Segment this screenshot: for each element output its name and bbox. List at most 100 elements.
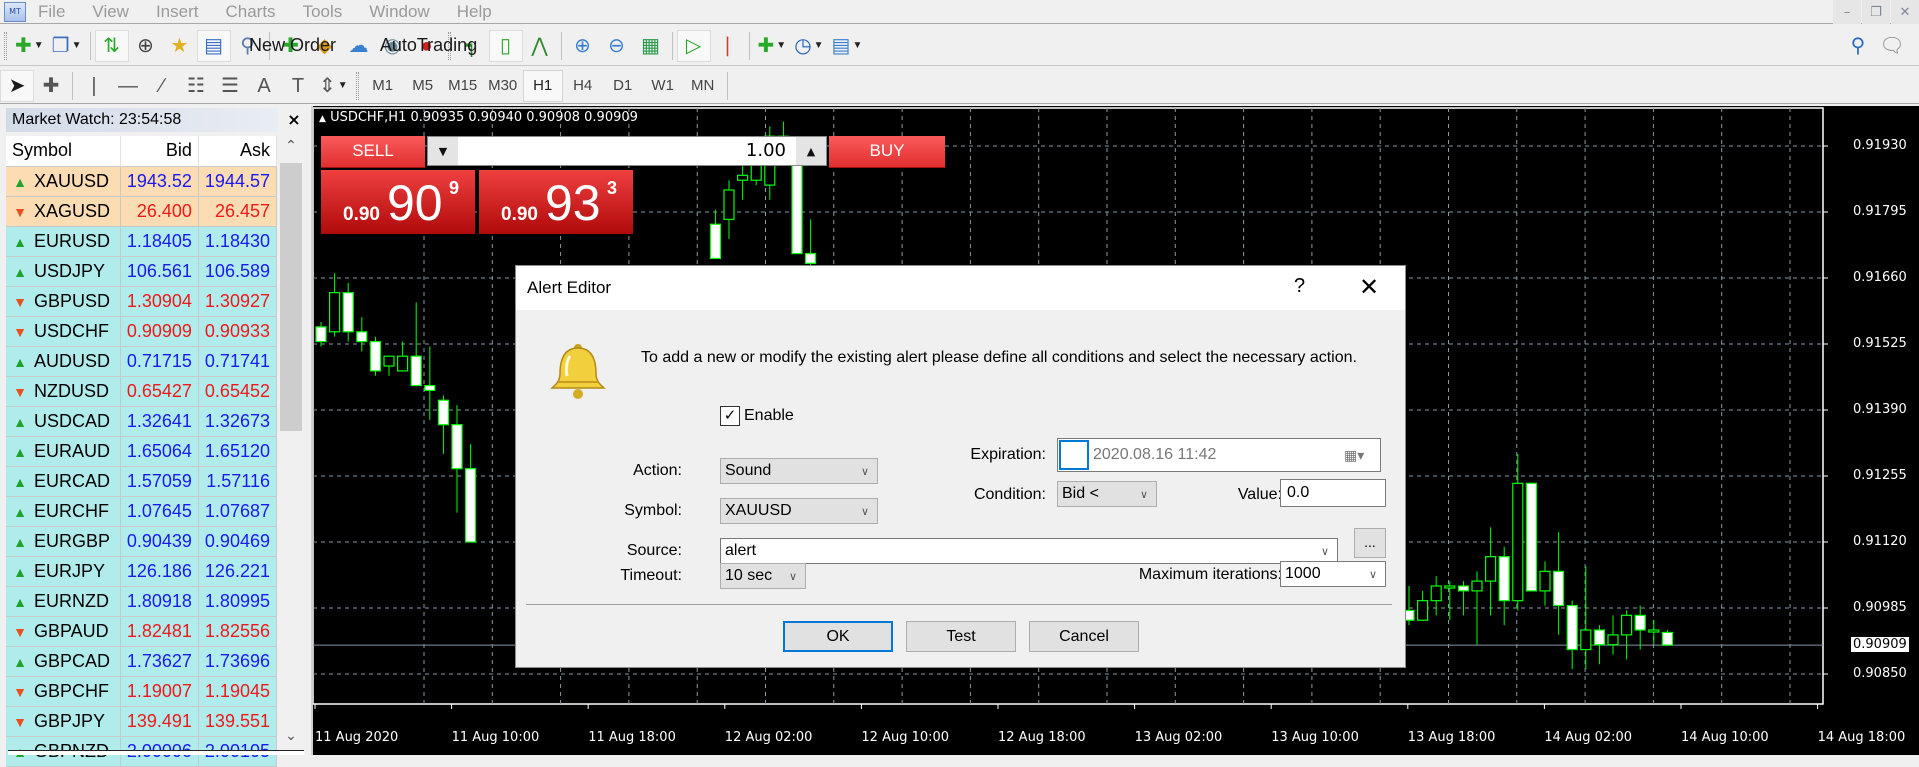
expiration-value[interactable]: 2020.08.16 11:42	[1089, 446, 1344, 464]
restore-button[interactable]: ❐	[1862, 0, 1890, 24]
profiles-button[interactable]: ❐ ▼	[48, 30, 86, 62]
trendline-tool[interactable]: ∕	[145, 70, 179, 102]
lot-size-stepper[interactable]: ▼ 1.00 ▲	[427, 136, 827, 166]
toolbar-grip[interactable]	[355, 71, 359, 100]
templates-button[interactable]: ▤ ▼	[828, 30, 867, 62]
timeframe-h1[interactable]: H1	[522, 69, 563, 102]
column-bid[interactable]: Bid	[120, 136, 199, 166]
market-watch-row[interactable]: ▼ GBPUSD 1.30904 1.30927	[6, 285, 278, 317]
market-watch-button[interactable]: ⇅	[94, 29, 129, 62]
lot-size-input[interactable]: 1.00	[458, 137, 796, 165]
market-watch-row[interactable]: ▲ EURAUD 1.65064 1.65120	[6, 435, 278, 467]
market-watch-row[interactable]: ▲ EURUSD 1.18405 1.18430	[6, 225, 278, 257]
chart-shift-button[interactable]: ▷	[676, 29, 711, 62]
scrollbar-thumb[interactable]	[280, 163, 302, 431]
enable-checkbox[interactable]: ✓ Enable	[720, 406, 794, 426]
sell-price-button[interactable]: 0.90 90 9	[321, 170, 475, 234]
buy-button[interactable]: BUY	[829, 136, 945, 168]
market-watch-row[interactable]: ▼ XAGUSD 26.400 26.457	[6, 195, 278, 227]
market-watch-row[interactable]: ▲ USDJPY 106.561 106.589	[6, 255, 278, 287]
equidistant-channel-tool[interactable]: ☷	[179, 70, 213, 102]
market-watch-row[interactable]: ▼ GBPJPY 139.491 139.551	[6, 705, 278, 737]
cursor-tool[interactable]: ➤	[0, 69, 34, 102]
market-watch-row[interactable]: ▲ XAUUSD 1943.52 1944.57	[6, 165, 278, 197]
autoscroll-button[interactable]: ∣	[711, 30, 745, 62]
menu-file[interactable]: File	[38, 2, 65, 22]
navigator-button[interactable]: ★	[163, 30, 197, 62]
market-watch-close-button[interactable]: ×	[285, 108, 303, 132]
cancel-button[interactable]: Cancel	[1029, 621, 1139, 652]
arrows-tool[interactable]: ⇕ ▼	[315, 70, 352, 102]
market-watch-scrollbar[interactable]: ⌃ ⌄	[280, 136, 302, 746]
timeframe-m1[interactable]: M1	[363, 70, 403, 102]
symbol-select[interactable]: XAUUSD ∨	[720, 498, 878, 524]
column-ask[interactable]: Ask	[198, 136, 278, 166]
new-chart-button[interactable]: ✚ ▼	[11, 30, 48, 62]
timeframe-h4[interactable]: H4	[563, 70, 603, 102]
scroll-down-icon[interactable]: ⌄	[280, 728, 302, 744]
market-watch-row[interactable]: ▲ EURNZD 1.80918 1.80995	[6, 585, 278, 617]
expiration-checkbox[interactable]	[1059, 440, 1089, 470]
market-watch-row[interactable]: ▲ EURJPY 126.186 126.221	[6, 555, 278, 587]
timeframe-mn[interactable]: MN	[683, 70, 723, 102]
candlesticks-button[interactable]: ▯	[488, 29, 523, 62]
buy-price-button[interactable]: 0.90 93 3	[479, 170, 633, 234]
menu-insert[interactable]: Insert	[156, 2, 199, 22]
market-watch-row[interactable]: ▲ AUDUSD 0.71715 0.71741	[6, 345, 278, 377]
toolbar-grip[interactable]	[4, 31, 7, 60]
scroll-up-icon[interactable]: ⌃	[280, 138, 302, 154]
timeframe-w1[interactable]: W1	[643, 70, 683, 102]
max-iterations-select[interactable]: 1000 ∨	[1280, 561, 1386, 587]
chart-collapse-icon[interactable]: ▲	[319, 114, 326, 124]
autotrading-button[interactable]: ● AutoTrading	[380, 30, 477, 62]
dialog-close-button[interactable]: ✕	[1359, 273, 1379, 302]
lot-decrease-icon[interactable]: ▼	[428, 137, 458, 165]
caret-down-icon[interactable]: ▼	[338, 80, 348, 91]
menu-window[interactable]: Window	[369, 2, 429, 22]
source-select[interactable]: alert ∨	[720, 538, 1338, 564]
lot-increase-icon[interactable]: ▲	[796, 137, 826, 165]
market-watch-row[interactable]: ▲ EURCAD 1.57059 1.57116	[6, 465, 278, 497]
zoom-out-button[interactable]: ⊖	[600, 30, 634, 62]
vertical-line-tool[interactable]: |	[77, 70, 111, 102]
sell-button[interactable]: SELL	[321, 136, 425, 168]
text-tool[interactable]: A	[247, 70, 281, 102]
fibonacci-tool[interactable]: ☰	[213, 70, 247, 102]
condition-select[interactable]: Bid < ∨	[1057, 481, 1157, 507]
timeframe-d1[interactable]: D1	[603, 70, 643, 102]
test-button[interactable]: Test	[906, 621, 1016, 652]
minimize-button[interactable]: –	[1833, 0, 1861, 24]
tile-windows-button[interactable]: ▦	[634, 30, 668, 62]
indicators-button[interactable]: ✚ ▼	[754, 30, 791, 62]
timeframe-m15[interactable]: M15	[443, 70, 483, 102]
text-label-tool[interactable]: T	[281, 70, 315, 102]
close-window-button[interactable]: ✕	[1891, 0, 1919, 24]
column-symbol[interactable]: Symbol	[6, 136, 121, 166]
menu-charts[interactable]: Charts	[225, 2, 275, 22]
browse-source-button[interactable]: ...	[1354, 528, 1386, 558]
line-chart-button[interactable]: ⋀	[523, 30, 557, 62]
market-watch-row[interactable]: ▼ GBPAUD 1.82481 1.82556	[6, 615, 278, 647]
periods-button[interactable]: ◷ ▼	[790, 30, 827, 62]
chat-button[interactable]: 🗨	[1875, 30, 1909, 62]
terminal-button[interactable]: ▤	[196, 29, 231, 62]
help-button[interactable]: ?	[1294, 275, 1305, 298]
market-watch-row[interactable]: ▼ GBPCHF 1.19007 1.19045	[6, 675, 278, 707]
market-watch-row[interactable]: ▼ NZDUSD 0.65427 0.65452	[6, 375, 278, 407]
market-watch-row[interactable]: ▲ EURGBP 0.90439 0.90469	[6, 525, 278, 557]
caret-down-icon[interactable]: ▼	[852, 40, 862, 51]
timeframe-m30[interactable]: M30	[483, 70, 523, 102]
vps-button[interactable]: ☁	[342, 30, 376, 62]
checkmark-icon[interactable]: ✓	[720, 406, 740, 426]
menu-tools[interactable]: Tools	[303, 2, 343, 22]
caret-down-icon[interactable]: ▼	[814, 40, 824, 51]
menu-help[interactable]: Help	[457, 2, 492, 22]
expiration-datetime-picker[interactable]: 2020.08.16 11:42 ▦▾	[1057, 438, 1381, 472]
calendar-dropdown-icon[interactable]: ▦▾	[1344, 447, 1380, 464]
market-watch-row[interactable]: ▲ GBPCAD 1.73627 1.73696	[6, 645, 278, 677]
new-order-button[interactable]: ✚ New Order	[249, 30, 336, 62]
timeout-select[interactable]: 10 sec ∨	[720, 563, 806, 589]
caret-down-icon[interactable]: ▼	[776, 40, 786, 51]
menu-view[interactable]: View	[92, 2, 129, 22]
caret-down-icon[interactable]: ▼	[34, 40, 44, 51]
